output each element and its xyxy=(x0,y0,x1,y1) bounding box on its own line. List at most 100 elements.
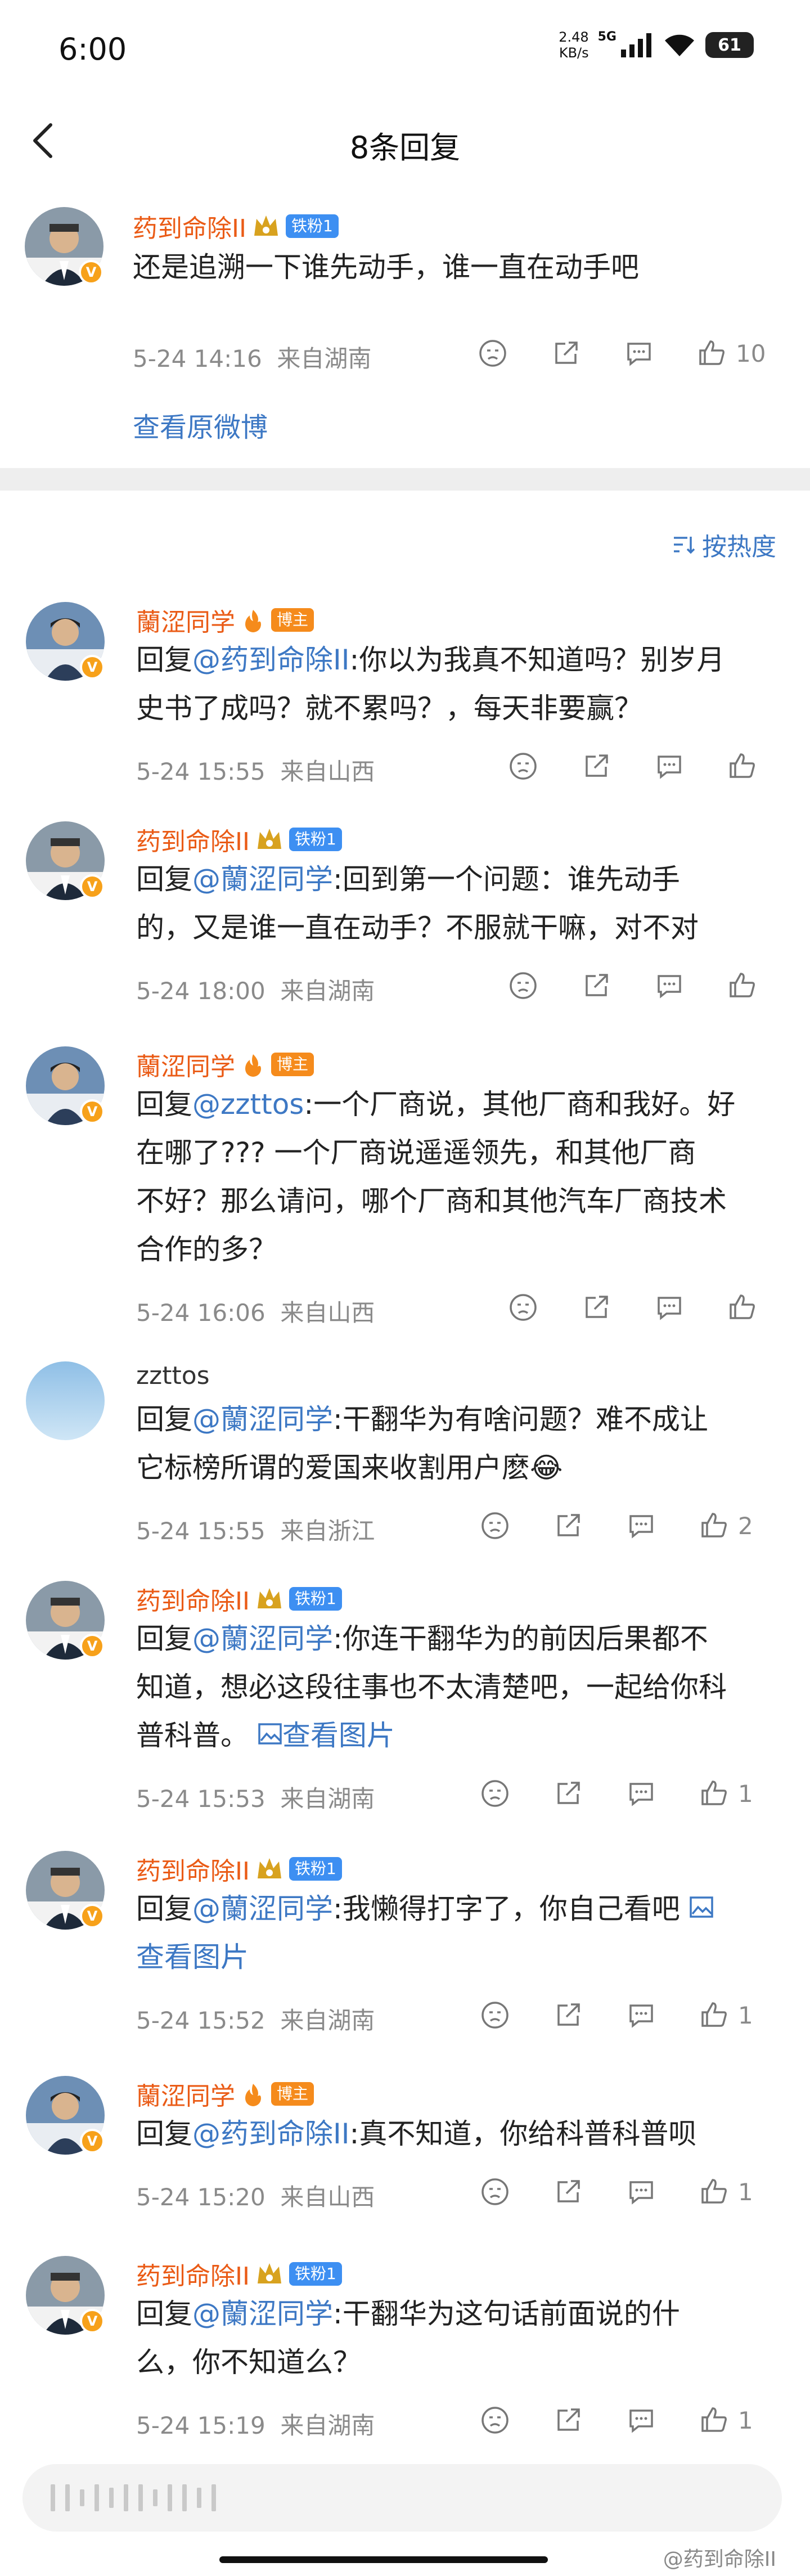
like-icon[interactable] xyxy=(698,1777,731,1810)
like-icon[interactable] xyxy=(726,749,759,783)
username[interactable]: 蘭涩同学 博主 xyxy=(136,2076,314,2112)
reply-meta: 5-24 15:55 来自浙江 xyxy=(136,1512,375,1547)
comment-icon[interactable] xyxy=(624,1509,658,1543)
username[interactable]: 药到命除II 铁粉1 xyxy=(136,1851,342,1887)
comment-icon[interactable] xyxy=(652,749,686,783)
share-icon[interactable] xyxy=(579,749,613,783)
dislike-icon[interactable] xyxy=(478,1509,512,1543)
share-icon[interactable] xyxy=(579,1291,613,1324)
like-icon[interactable] xyxy=(698,1998,731,2032)
share-icon[interactable] xyxy=(549,336,583,370)
original-comment: V 药到命除II 铁粉1 还是追溯一下谁先动手，谁一直在动手吧 5-24 14:… xyxy=(0,180,810,468)
like-icon[interactable] xyxy=(695,336,729,370)
username[interactable]: 药到命除II 铁粉1 xyxy=(136,821,342,857)
mention-link[interactable]: @蘭涩同学 xyxy=(192,1892,333,1925)
dislike-icon[interactable] xyxy=(506,1291,540,1324)
reply-line: 回复@蘭涩同学:我懒得打字了，你自己看吧 xyxy=(136,1885,789,1933)
dislike-icon[interactable] xyxy=(478,1777,512,1810)
mention-link[interactable]: @药到命除II xyxy=(192,2118,350,2150)
speed-value: 2.48 xyxy=(559,29,589,45)
reply-line: 回复@zzttos:一个厂商说，其他厂商和我好。好 xyxy=(136,1080,789,1129)
like-icon[interactable] xyxy=(698,1509,731,1543)
reply-date: 5-24 15:20 xyxy=(136,2183,266,2211)
status-time: 6:00 xyxy=(58,32,127,67)
comment-icon[interactable] xyxy=(652,1291,686,1324)
like-count: 1 xyxy=(738,2178,753,2206)
speed-unit: KB/s xyxy=(559,45,589,61)
mention-link[interactable]: @蘭涩同学 xyxy=(192,1403,333,1436)
dislike-icon[interactable] xyxy=(506,749,540,783)
reply-input-bar[interactable] xyxy=(22,2464,782,2532)
username[interactable]: 蘭涩同学 博主 xyxy=(136,602,314,638)
comment-icon[interactable] xyxy=(624,1777,658,1810)
verified-badge-icon: V xyxy=(80,1904,105,1928)
sort-label: 按热度 xyxy=(702,533,776,561)
reply-text: 史书了成吗？就不累吗？，每天非要赢？ xyxy=(136,692,642,725)
reply-prefix: 回复 xyxy=(136,1892,192,1925)
share-icon[interactable] xyxy=(551,1777,585,1810)
reply-text: 不好？那么请问，哪个厂商和其他汽车厂商技术 xyxy=(136,1185,727,1217)
mention-link[interactable]: @蘭涩同学 xyxy=(192,1622,333,1655)
reply-content: 回复@蘭涩同学:干翻华为有啥问题？难不成让 它标榜所谓的爱国来收割用户麽😂 xyxy=(136,1395,789,1492)
reply-content: 回复@蘭涩同学:你连干翻华为的前因后果都不 知道，想必这段往事也不太清楚吧，一起给… xyxy=(136,1615,789,1760)
mention-link[interactable]: @蘭涩同学 xyxy=(192,863,333,896)
avatar[interactable] xyxy=(26,1361,105,1440)
mention-link[interactable]: @药到命除II xyxy=(192,644,350,676)
reply-text: 的，又是谁一直在动手？不服就干嘛，对不对 xyxy=(136,911,699,944)
username[interactable]: 药到命除II 铁粉1 xyxy=(133,208,339,244)
like-icon[interactable] xyxy=(698,2403,731,2437)
share-icon[interactable] xyxy=(551,1998,585,2032)
reply-actions: 1 xyxy=(478,1998,753,2032)
reply-prefix: 回复 xyxy=(136,2298,192,2330)
comment-icon[interactable] xyxy=(624,1998,658,2032)
view-image-link[interactable]: 查看图片 xyxy=(136,1941,249,1973)
host-badge: 博主 xyxy=(271,608,314,632)
reply-actions: 2 xyxy=(478,1509,753,1543)
reply-location: 来自湖南 xyxy=(280,1785,375,1813)
dislike-icon[interactable] xyxy=(478,2403,512,2437)
comment-icon[interactable] xyxy=(624,2403,658,2437)
reply-text: 普科普。 xyxy=(136,1719,249,1752)
signal-icon xyxy=(621,33,651,57)
verified-badge-icon: V xyxy=(80,655,105,680)
share-icon[interactable] xyxy=(551,2403,585,2437)
reply-line: 回复@蘭涩同学:你连干翻华为的前因后果都不 xyxy=(136,1615,789,1663)
username[interactable]: 蘭涩同学 博主 xyxy=(136,1046,314,1082)
username[interactable]: 药到命除II 铁粉1 xyxy=(136,1581,342,1617)
like-icon[interactable] xyxy=(726,1291,759,1324)
share-icon[interactable] xyxy=(551,1509,585,1543)
crown-icon xyxy=(254,215,278,236)
username-text: 蘭涩同学 xyxy=(136,2082,235,2111)
reply-text: :一个厂商说，其他厂商和我好。好 xyxy=(304,1088,736,1121)
share-icon[interactable] xyxy=(551,2175,585,2209)
reply-line: 的，又是谁一直在动手？不服就干嘛，对不对 xyxy=(136,903,789,952)
username[interactable]: zzttos xyxy=(136,1361,210,1390)
like-icon[interactable] xyxy=(698,2175,731,2209)
dislike-icon[interactable] xyxy=(506,969,540,1002)
comment-icon[interactable] xyxy=(624,2175,658,2209)
reply-text: 它标榜所谓的爱国来收割用户麽😂 xyxy=(136,1451,563,1484)
view-original-link[interactable]: 查看原微博 xyxy=(133,405,268,444)
image-icon xyxy=(690,1896,713,1918)
comment-icon[interactable] xyxy=(652,969,686,1002)
dislike-icon[interactable] xyxy=(478,1998,512,2032)
view-image-link[interactable]: 查看图片 xyxy=(282,1719,395,1752)
reply-content: 回复@蘭涩同学:干翻华为这句话前面说的什 么，你不知道么？ xyxy=(136,2290,789,2386)
username-text: 药到命除II xyxy=(136,828,250,856)
like-count: 10 xyxy=(736,339,766,367)
reply-meta: 5-24 15:19 来自湖南 xyxy=(136,2407,375,2441)
reply-line: 回复@药到命除II:真不知道，你给科普科普呗 xyxy=(136,2110,789,2158)
dislike-icon[interactable] xyxy=(476,336,510,370)
share-icon[interactable] xyxy=(579,969,613,1002)
comment-icon[interactable] xyxy=(622,336,656,370)
mention-link[interactable]: @蘭涩同学 xyxy=(192,2298,333,2330)
username[interactable]: 药到命除II 铁粉1 xyxy=(136,2256,342,2292)
section-divider xyxy=(0,468,810,491)
mention-link[interactable]: @zzttos xyxy=(192,1088,304,1121)
reply-location: 来自湖南 xyxy=(280,2007,375,2034)
like-icon[interactable] xyxy=(726,969,759,1002)
fan-badge: 铁粉1 xyxy=(289,1587,342,1611)
sort-button[interactable]: 按热度 xyxy=(672,527,776,563)
crown-icon xyxy=(257,1858,281,1878)
dislike-icon[interactable] xyxy=(478,2175,512,2209)
